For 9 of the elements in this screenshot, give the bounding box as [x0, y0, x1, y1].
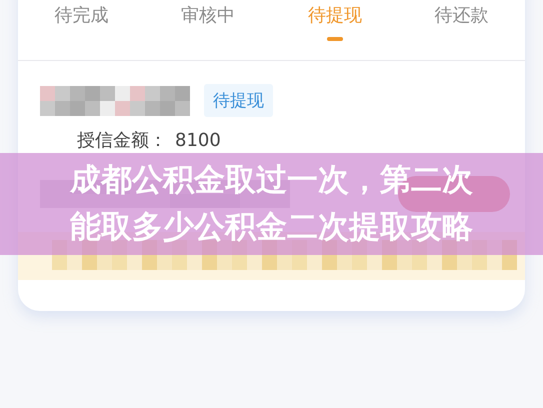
tab[interactable]: 审核中 [144, 0, 272, 60]
credit-label: 授信金额： [77, 131, 167, 151]
tab[interactable]: 待完成 [18, 0, 145, 60]
tab[interactable]: 待还款 [398, 0, 525, 60]
overlay-title: 成都公积金取过一次，第二次能取多少公积金二次提取攻略 [68, 161, 474, 247]
status-badge: 待提现 [204, 84, 273, 117]
tab[interactable]: 待提现 [272, 0, 398, 60]
credit-amount: 8100 [175, 131, 221, 151]
active-indicator [326, 37, 343, 41]
